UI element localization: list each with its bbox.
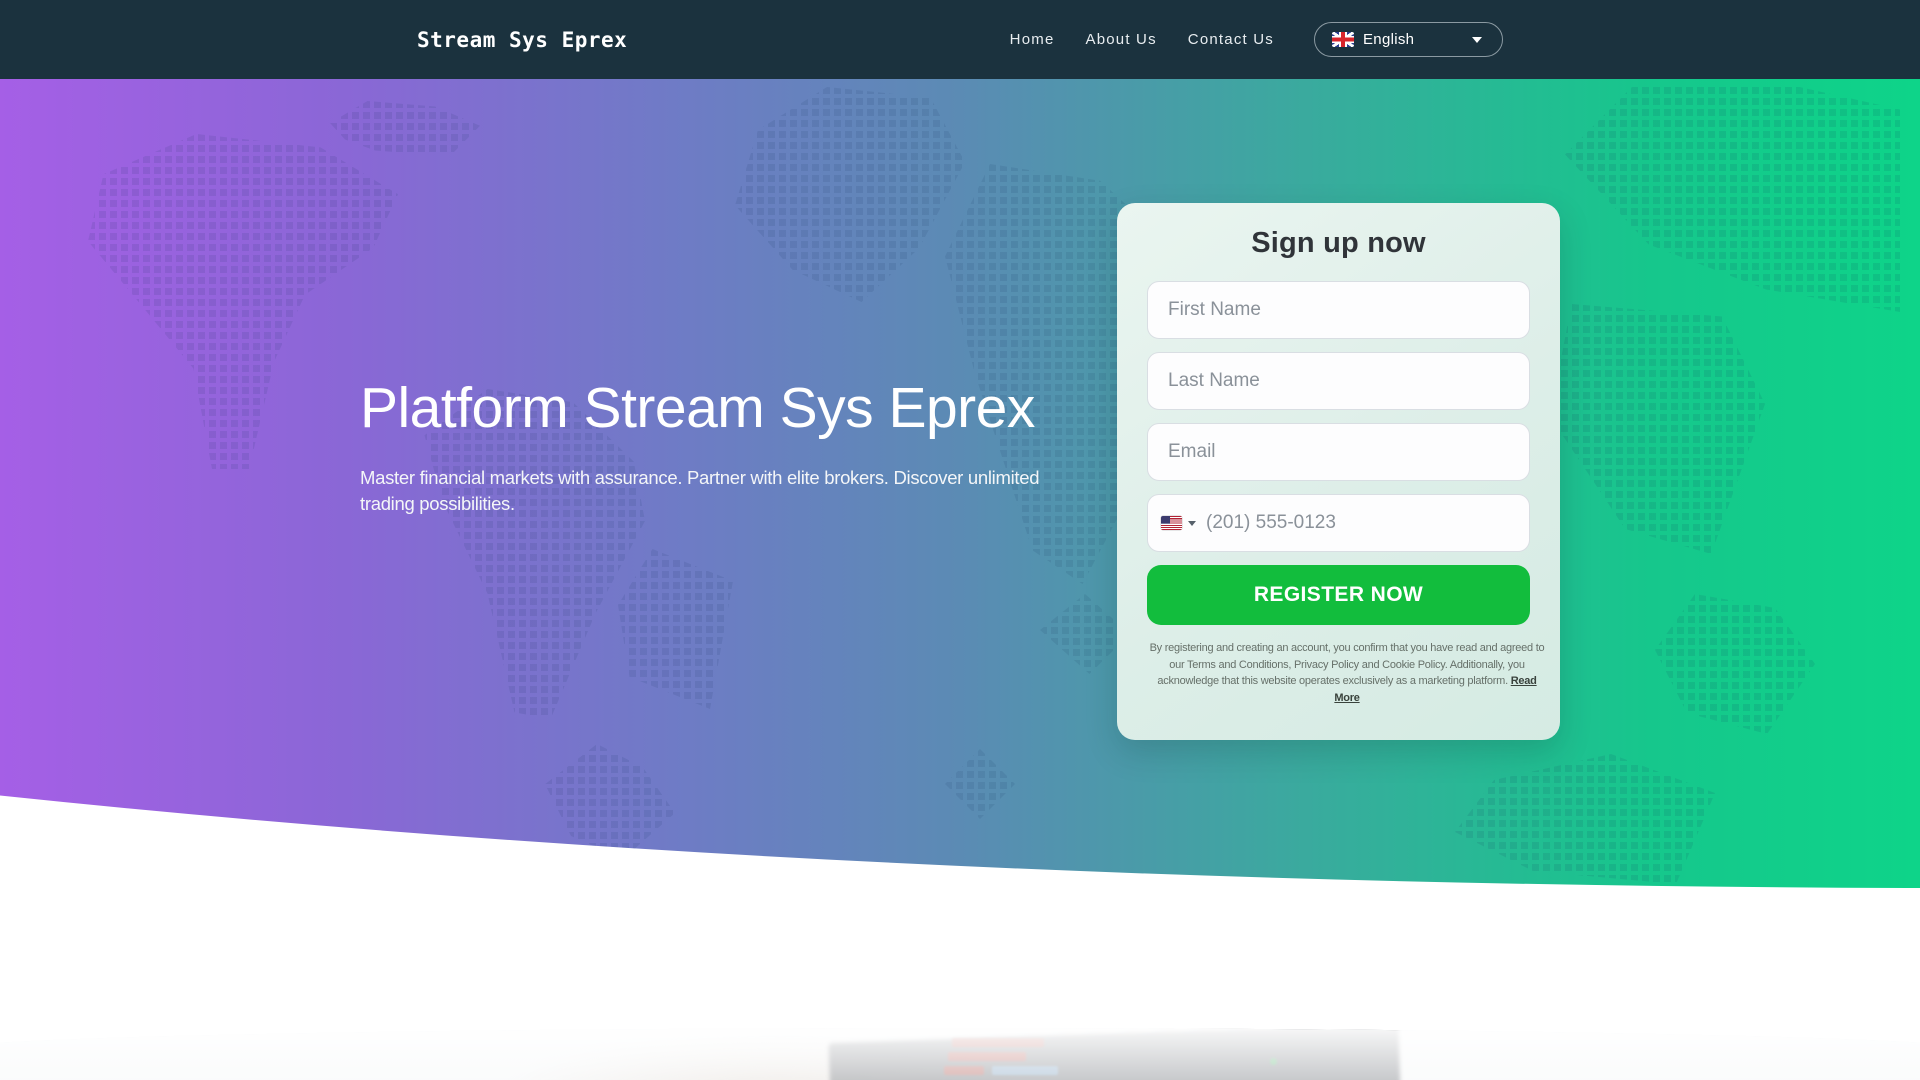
- nav-link-contact[interactable]: Contact Us: [1188, 31, 1274, 48]
- map-dots-asia-mid: [1550, 304, 1765, 554]
- uk-flag-icon: [1332, 32, 1354, 47]
- last-name-input[interactable]: [1147, 352, 1530, 410]
- phone-country-selector[interactable]: [1161, 516, 1196, 530]
- disclaimer-text: By registering and creating an account, …: [1147, 640, 1547, 706]
- email-input[interactable]: [1147, 423, 1530, 481]
- signup-title: Sign up now: [1251, 227, 1426, 259]
- hero-subtitle: Master financial markets with assurance.…: [360, 466, 1040, 515]
- phone-input[interactable]: [1147, 494, 1530, 552]
- language-selector[interactable]: English: [1314, 22, 1503, 57]
- hero-curve-divider: [0, 795, 1920, 890]
- hero-title: Platform Stream Sys Eprex: [360, 376, 1035, 440]
- header-container: Stream Sys Eprex Home About Us Contact U…: [417, 0, 1503, 79]
- disclaimer-body: By registering and creating an account, …: [1149, 642, 1545, 687]
- signup-card: Sign up now REGISTER NOW By registering …: [1117, 203, 1560, 740]
- map-dots-europe: [735, 87, 965, 302]
- hero-section: Platform Stream Sys Eprex Master financi…: [0, 79, 1920, 890]
- lower-section: [0, 890, 1920, 1080]
- bottom-photo: [0, 1028, 1920, 1080]
- map-dots-mid-left: [618, 549, 733, 709]
- landing-page: Stream Sys Eprex Home About Us Contact U…: [0, 0, 1920, 1080]
- language-label: English: [1363, 31, 1415, 48]
- map-dots-north-america: [88, 134, 398, 469]
- main-nav: Home About Us Contact Us: [1010, 31, 1274, 48]
- first-name-input[interactable]: [1147, 281, 1530, 339]
- hero-content: Platform Stream Sys Eprex Master financi…: [360, 376, 1100, 517]
- us-flag-icon: [1161, 516, 1182, 530]
- photo-white-overlay: [0, 1028, 1920, 1080]
- chevron-down-icon: [1472, 36, 1482, 43]
- nav-link-about[interactable]: About Us: [1085, 31, 1156, 48]
- site-logo: Stream Sys Eprex: [417, 27, 628, 52]
- phone-field-wrap: [1147, 494, 1530, 552]
- map-dots-asia-top: [1565, 87, 1900, 312]
- map-dots-greenland: [330, 101, 480, 156]
- nav-link-home[interactable]: Home: [1010, 31, 1055, 48]
- header: Stream Sys Eprex Home About Us Contact U…: [0, 0, 1920, 79]
- caret-down-icon: [1188, 520, 1196, 526]
- register-button[interactable]: REGISTER NOW: [1147, 565, 1530, 625]
